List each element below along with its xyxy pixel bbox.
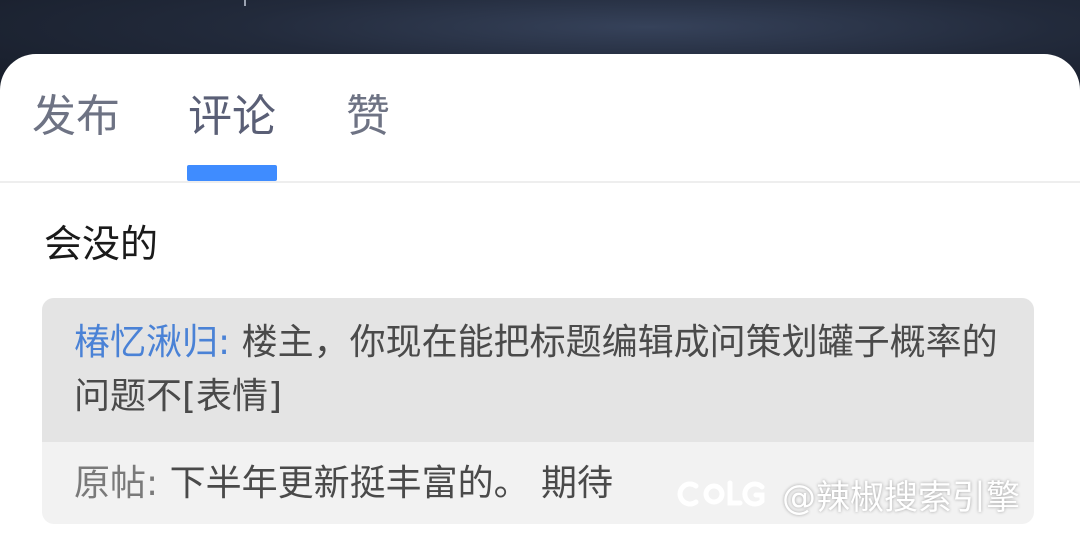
original-post-text: 下半年更新挺丰富的。 期待 <box>169 463 614 504</box>
reply-author-link[interactable]: 椿忆湫归: <box>74 322 230 363</box>
colg-logo-icon <box>677 480 765 507</box>
tab-likes[interactable]: 赞 <box>346 90 390 144</box>
reply-content: 椿忆湫归: 楼主，你现在能把标题编辑成问策划罐子概率的问题不[表情] <box>74 316 1014 424</box>
active-tab-indicator <box>187 165 277 181</box>
watermark-text: @辣椒搜索引擎 <box>782 477 1020 518</box>
original-post[interactable]: 原帖: 下半年更新挺丰富的。 期待 <box>74 460 613 508</box>
tab-comments[interactable]: 评论 <box>188 90 276 144</box>
tab-publish[interactable]: 发布 <box>32 90 120 144</box>
notification-sheet: 发布 评论 赞 会没的 椿忆湫归: 楼主，你现在能把标题编辑成问策划罐子概率的问… <box>0 54 1080 536</box>
watermark: @辣椒搜索引擎 <box>676 470 1020 518</box>
background-marker <box>244 0 246 6</box>
tab-bar: 发布 评论 赞 <box>0 54 1080 183</box>
comment-text[interactable]: 会没的 <box>44 220 158 268</box>
original-post-label: 原帖: <box>74 463 159 504</box>
reply-block[interactable]: 椿忆湫归: 楼主，你现在能把标题编辑成问策划罐子概率的问题不[表情] <box>42 298 1034 442</box>
